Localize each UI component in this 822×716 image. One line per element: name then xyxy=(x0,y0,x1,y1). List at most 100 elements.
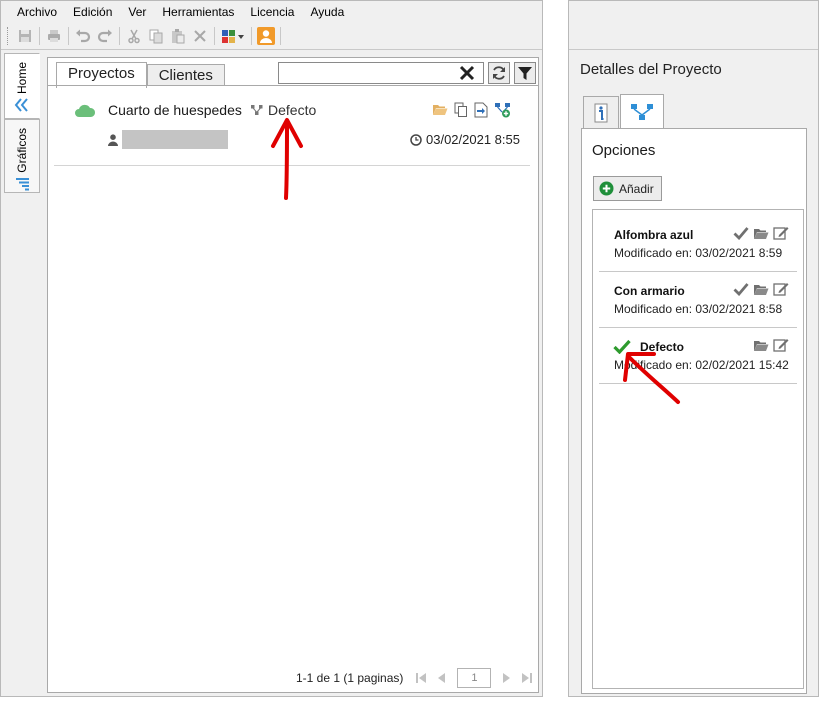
search-input[interactable] xyxy=(278,62,484,84)
main-window: Archivo Edición Ver Herramientas Licenci… xyxy=(0,0,543,697)
details-title: Detalles del Proyecto xyxy=(580,61,722,78)
next-page-button[interactable] xyxy=(501,672,513,684)
cloud-icon xyxy=(75,104,96,117)
option-actions xyxy=(733,282,789,296)
undo-icon xyxy=(76,29,91,43)
color-picker-button[interactable] xyxy=(218,25,248,47)
pager: 1-1 de 1 (1 paginas) 1 xyxy=(296,668,533,688)
option-item[interactable]: Alfombra azul Modificado en: 03/02/2021 … xyxy=(599,216,797,272)
printer-icon xyxy=(48,30,60,42)
chevron-left-double-icon xyxy=(14,98,28,112)
page-number-input[interactable]: 1 xyxy=(457,668,492,688)
toolbar-separator xyxy=(119,27,120,45)
menu-edicion[interactable]: Edición xyxy=(65,1,120,23)
clock-icon xyxy=(410,133,422,146)
toolbar-separator xyxy=(251,27,252,45)
folder-open-icon[interactable] xyxy=(753,282,769,296)
menu-herramientas[interactable]: Herramientas xyxy=(154,1,242,23)
option-item[interactable]: Con armario Modificado en: 03/02/2021 8:… xyxy=(599,272,797,328)
print-button[interactable] xyxy=(43,25,65,47)
toolbar-separator xyxy=(68,27,69,45)
first-page-button[interactable] xyxy=(415,672,427,684)
menu-archivo[interactable]: Archivo xyxy=(9,1,65,23)
menu-ayuda[interactable]: Ayuda xyxy=(302,1,352,23)
toolbar-grip[interactable] xyxy=(7,27,10,45)
chart-icon xyxy=(16,177,29,191)
details-window: Detalles del Proyecto Opciones Añadir Al… xyxy=(568,0,819,697)
menu-licencia[interactable]: Licencia xyxy=(242,1,302,23)
toolbar-separator xyxy=(214,27,215,45)
paste-icon xyxy=(172,29,185,44)
folder-open-icon[interactable] xyxy=(753,338,769,352)
toolbar-separator xyxy=(39,27,40,45)
scissors-icon xyxy=(128,29,140,44)
details-divider xyxy=(569,49,818,50)
prev-page-button[interactable] xyxy=(435,672,447,684)
redo-icon xyxy=(97,29,112,43)
side-tab-graficos[interactable]: Gráficos xyxy=(4,119,40,193)
project-name[interactable]: Cuarto de huespedes xyxy=(108,102,242,118)
copy-icon xyxy=(149,29,163,44)
toolbar-separator xyxy=(280,27,281,45)
folder-open-icon[interactable] xyxy=(753,226,769,240)
last-page-button[interactable] xyxy=(521,672,533,684)
tab-options[interactable] xyxy=(620,94,664,128)
user-button[interactable] xyxy=(255,25,277,47)
option-modified: Modificado en: 03/02/2021 8:58 xyxy=(614,302,783,316)
save-icon xyxy=(19,30,31,42)
refresh-icon xyxy=(493,66,505,80)
side-tab-home-label: Home xyxy=(15,62,29,95)
side-tab-strip: Home Gráficos xyxy=(4,53,41,693)
project-actions xyxy=(432,102,512,118)
project-date: 03/02/2021 8:55 xyxy=(410,132,520,147)
option-actions xyxy=(733,226,789,240)
options-panel: Opciones Añadir Alfombra azul Modificado… xyxy=(581,128,807,694)
delete-button[interactable] xyxy=(189,25,211,47)
save-button[interactable] xyxy=(14,25,36,47)
refresh-button[interactable] xyxy=(488,62,510,84)
side-tab-home[interactable]: Home xyxy=(4,53,40,119)
copy-icon[interactable] xyxy=(454,102,468,118)
redacted-username xyxy=(122,130,228,149)
undo-button[interactable] xyxy=(72,25,94,47)
options-list: Alfombra azul Modificado en: 03/02/2021 … xyxy=(592,209,804,689)
user-icon xyxy=(108,133,118,146)
export-icon[interactable] xyxy=(474,102,488,118)
check-icon[interactable] xyxy=(733,226,749,240)
edit-icon[interactable] xyxy=(773,226,789,240)
add-variant-icon[interactable] xyxy=(494,102,512,118)
side-tab-graficos-label: Gráficos xyxy=(15,128,29,173)
branch-icon xyxy=(631,103,653,120)
copy-button[interactable] xyxy=(145,25,167,47)
pager-summary: 1-1 de 1 (1 paginas) xyxy=(296,671,404,685)
cut-button[interactable] xyxy=(123,25,145,47)
palette-icon xyxy=(222,30,244,43)
chevron-left-icon xyxy=(438,673,446,683)
menu-bar: Archivo Edición Ver Herramientas Licenci… xyxy=(1,1,542,23)
chevron-right-icon xyxy=(503,673,511,683)
close-icon xyxy=(459,65,475,81)
edit-icon[interactable] xyxy=(773,338,789,352)
tabs-divider xyxy=(48,85,538,86)
filter-button[interactable] xyxy=(514,62,536,84)
project-tabs: Proyectos Clientes xyxy=(56,62,225,88)
option-name: Alfombra azul xyxy=(614,228,694,242)
tab-info[interactable] xyxy=(583,96,619,129)
folder-open-icon[interactable] xyxy=(432,102,448,116)
close-icon xyxy=(194,30,206,42)
user-icon xyxy=(257,27,275,45)
menu-ver[interactable]: Ver xyxy=(120,1,154,23)
edit-icon[interactable] xyxy=(773,282,789,296)
check-icon[interactable] xyxy=(733,282,749,296)
redo-button[interactable] xyxy=(94,25,116,47)
option-modified: Modificado en: 03/02/2021 8:59 xyxy=(614,246,783,260)
annotation-arrow xyxy=(271,118,303,200)
option-name: Con armario xyxy=(614,284,685,298)
last-page-icon xyxy=(522,673,533,683)
paste-button[interactable] xyxy=(167,25,189,47)
option-actions xyxy=(753,338,789,352)
project-owner xyxy=(108,130,228,149)
project-date-label: 03/02/2021 8:55 xyxy=(426,132,520,147)
add-option-button[interactable]: Añadir xyxy=(593,176,662,201)
tab-clientes[interactable]: Clientes xyxy=(146,64,225,86)
